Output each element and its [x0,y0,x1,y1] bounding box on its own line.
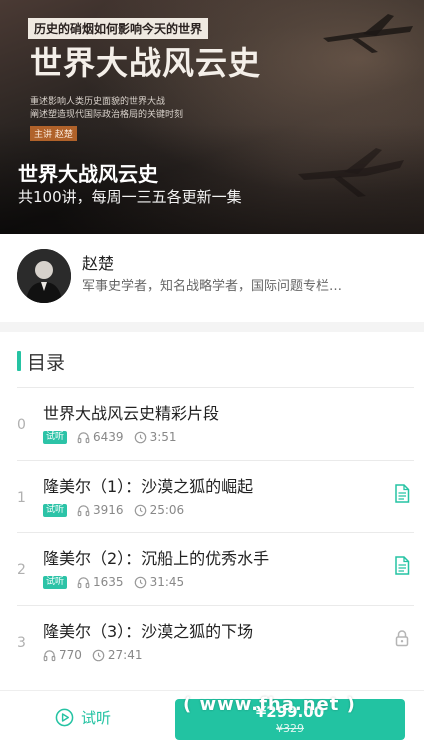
episode-row[interactable]: 1 隆美尔（1）：沙漠之狐的崛起 试听 3916 25:06 [0,460,424,532]
author-name: 赵楚 [82,254,115,273]
episode-duration: 25:06 [149,503,185,517]
episode-title: 隆美尔（2）：沉船上的优秀水手 [43,549,270,568]
cover-description-line: 阐述塑造现代国际政治格局的关键时刻 [30,110,184,120]
document-icon[interactable] [394,484,410,507]
clock-icon [134,576,147,589]
headphones-icon [43,649,56,662]
section-divider [0,322,424,332]
document-icon[interactable] [394,556,410,579]
clock-icon [92,649,105,662]
play-count: 1635 [93,575,124,589]
cover-description-line: 重述影响人类历史面貌的世界大战 [30,97,166,107]
cover-host-badge: 主讲 赵楚 [30,126,77,141]
play-count: 770 [59,648,82,662]
trial-listen-label: 试听 [81,709,112,727]
headphones-icon [77,431,90,444]
author-description: 军事史学者，知名战略学者，国际问题专栏… [82,279,343,294]
episode-number: 3 [17,635,26,651]
episode-duration: 3:51 [149,430,177,444]
lock-icon[interactable] [394,629,410,651]
episode-duration: 31:45 [149,575,185,589]
clock-icon [134,431,147,444]
episode-row[interactable]: 2 隆美尔（2）：沉船上的优秀水手 试听 1635 31:45 [0,532,424,604]
toc-accent-bar [17,351,21,371]
avatar-portrait-icon [17,249,71,303]
headphones-icon [77,504,90,517]
episode-title: 隆美尔（1）：沙漠之狐的崛起 [43,477,254,496]
plane-illustration [323,14,413,53]
play-count: 3916 [93,503,124,517]
trial-badge: 试听 [43,503,68,517]
course-subtitle: 共100讲，每周一三五各更新一集 [18,188,242,206]
episode-title: 世界大战风云史精彩片段 [43,404,220,423]
clock-icon [134,504,147,517]
trial-badge: 试听 [43,430,68,444]
watermark-text: ( www.fha.net ) [183,694,356,715]
headphones-icon [77,576,90,589]
course-banner: 历史的硝烟如何影响今天的世界 世界大战风云史 重述影响人类历史面貌的世界大战 阐… [0,0,424,234]
avatar[interactable] [17,249,71,303]
cover-title: 世界大战风云史 [30,44,262,82]
toc-heading: 目录 [27,352,66,374]
episode-row[interactable]: 0 世界大战风云史精彩片段 试听 6439 3:51 [0,387,424,459]
episode-title: 隆美尔（3）：沙漠之狐的下场 [43,622,254,641]
trial-badge: 试听 [43,575,68,589]
episode-number: 0 [17,417,26,433]
episode-row[interactable]: 3 隆美尔（3）：沙漠之狐的下场 770 27:41 [0,605,424,677]
episode-number: 1 [17,490,26,506]
play-circle-icon [55,708,74,727]
original-price: ¥329 [276,722,304,735]
episode-number: 2 [17,562,26,578]
trial-listen-button[interactable]: 试听 [55,707,111,728]
play-count: 6439 [93,430,124,444]
course-title: 世界大战风云史 [18,162,158,186]
cover-tagline: 历史的硝烟如何影响今天的世界 [28,18,209,39]
episode-duration: 27:41 [107,648,143,662]
